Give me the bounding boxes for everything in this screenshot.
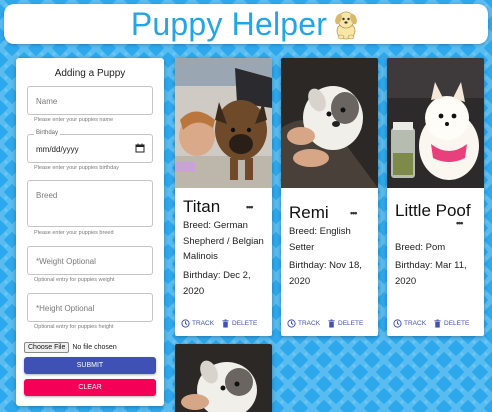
card-actions: TRACK DELETE — [287, 319, 363, 328]
app-title: Puppy Helper — [130, 5, 328, 42]
birthday-value: mm/dd/yyyy — [36, 145, 79, 154]
calendar-icon[interactable] — [135, 143, 145, 153]
app-header: Puppy Helper — [4, 4, 488, 44]
choose-file-button[interactable]: Choose File — [24, 342, 70, 353]
pet-photo — [387, 58, 484, 188]
more-dots-icon[interactable]: ••• — [456, 218, 464, 228]
delete-label: DELETE — [444, 320, 470, 327]
track-label: TRACK — [404, 320, 427, 327]
birthday-helper-text: Please enter your puppies birthday — [34, 165, 119, 171]
card-actions: TRACK DELETE — [181, 319, 257, 328]
name-helper-text: Please enter your puppies name — [34, 117, 114, 123]
track-label: TRACK — [298, 320, 321, 327]
birthday-label: Birthday — [34, 130, 61, 136]
file-status: No file chosen — [72, 344, 117, 351]
pet-card — [175, 344, 272, 412]
weight-placeholder: *Weight Optional — [36, 257, 96, 266]
pet-breed: Breed: Pom — [395, 242, 446, 253]
track-button[interactable]: TRACK — [393, 319, 426, 328]
track-label: TRACK — [192, 320, 215, 327]
pet-breed: Breed: English Setter — [289, 226, 351, 253]
breed-helper-text: Please enter your puppies breed — [34, 230, 114, 236]
clear-button[interactable]: CLEAR — [24, 379, 156, 396]
pet-card: Little Poof ••• Breed: Pom Birthday: Mar… — [387, 58, 484, 336]
submit-button[interactable]: SUBMIT — [24, 357, 156, 374]
clock-icon — [393, 319, 402, 328]
pet-card: Remi ••• Breed: English Setter Birthday:… — [281, 58, 378, 336]
delete-button[interactable]: DELETE — [327, 319, 363, 328]
track-button[interactable]: TRACK — [287, 319, 320, 328]
trash-icon — [434, 319, 441, 328]
pet-birthday: Birthday: Nov 18, 2020 — [289, 260, 362, 287]
height-placeholder: *Height Optional — [36, 304, 95, 313]
clock-icon — [287, 319, 296, 328]
weight-helper-text: Optional entry for puppies weight — [34, 277, 115, 283]
clock-icon — [181, 319, 190, 328]
breed-input[interactable]: Breed — [27, 180, 153, 227]
pet-photo — [175, 58, 272, 188]
add-puppy-form: Adding a Puppy Name Please enter your pu… — [16, 58, 164, 406]
pet-birthday: Birthday: Mar 11, 2020 — [395, 260, 467, 287]
pet-birthday: Birthday: Dec 2, 2020 — [183, 270, 251, 297]
height-helper-text: Optional entry for puppies height — [34, 324, 114, 330]
puppy-logo-icon — [335, 11, 358, 40]
more-dots-icon[interactable]: ••• — [246, 202, 254, 212]
height-input[interactable]: *Height Optional — [27, 293, 153, 322]
delete-button[interactable]: DELETE — [221, 319, 257, 328]
delete-label: DELETE — [338, 320, 364, 327]
card-actions: TRACK DELETE — [393, 319, 469, 328]
delete-button[interactable]: DELETE — [433, 319, 469, 328]
form-title: Adding a Puppy — [54, 68, 126, 79]
name-input[interactable]: Name — [27, 86, 153, 115]
track-button[interactable]: TRACK — [181, 319, 214, 328]
pet-name: Titan — [183, 197, 221, 216]
birthday-date-input[interactable]: Birthday mm/dd/yyyy — [27, 130, 153, 163]
trash-icon — [328, 319, 335, 328]
trash-icon — [222, 319, 229, 328]
pet-photo — [281, 58, 378, 188]
more-dots-icon[interactable]: ••• — [350, 208, 358, 218]
pet-breed: Breed: German Shepherd / Belgian Malinoi… — [183, 220, 264, 263]
pet-name: Remi — [289, 203, 329, 222]
file-upload: Choose File No file chosen — [24, 342, 117, 353]
weight-input[interactable]: *Weight Optional — [27, 246, 153, 275]
name-placeholder: Name — [36, 97, 58, 106]
breed-placeholder: Breed — [36, 191, 58, 200]
delete-label: DELETE — [232, 320, 258, 327]
pet-photo — [175, 344, 272, 412]
pet-card: Titan ••• Breed: German Shepherd / Belgi… — [175, 58, 272, 336]
